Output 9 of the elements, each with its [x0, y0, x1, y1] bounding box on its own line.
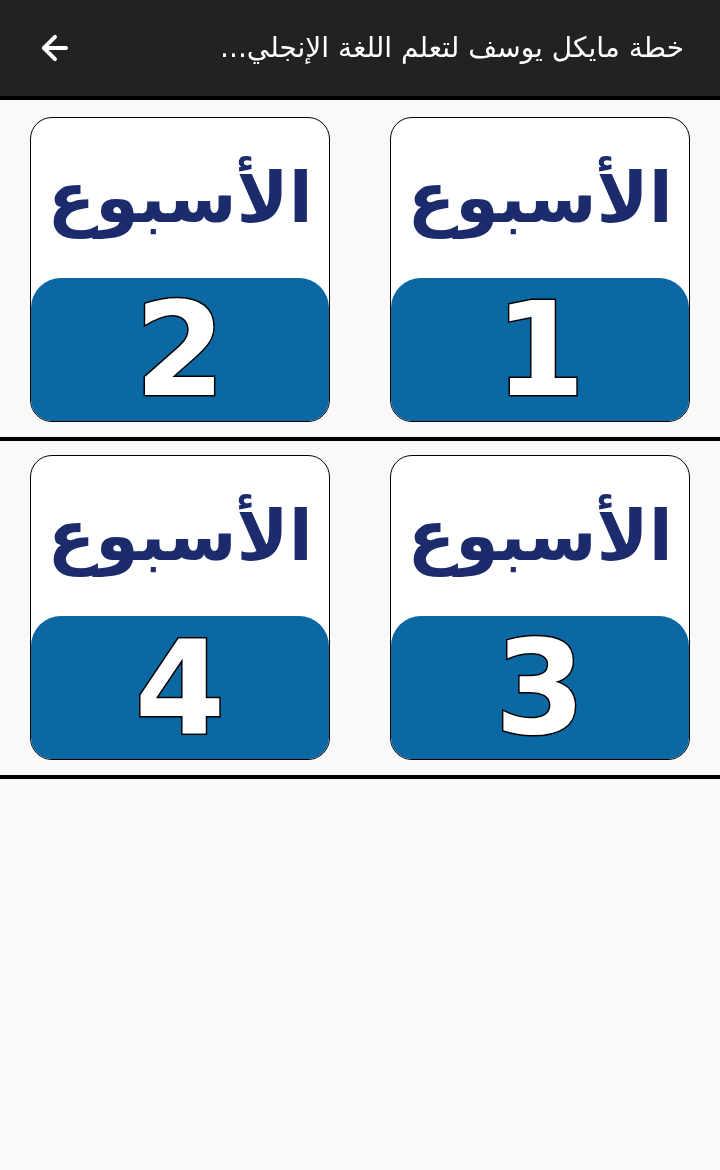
week-label: الأسبوع — [407, 155, 673, 241]
screen-title: خطة مايكل يوسف لتعلم اللغة الإنجلي... — [219, 30, 684, 66]
week-number: 4 — [134, 622, 226, 753]
week-label: الأسبوع — [47, 155, 313, 241]
week-number: 2 — [134, 284, 226, 415]
week-label: الأسبوع — [47, 493, 313, 579]
week-number: 1 — [494, 284, 586, 415]
week-number: 3 — [494, 622, 586, 753]
week-label: الأسبوع — [407, 493, 673, 579]
